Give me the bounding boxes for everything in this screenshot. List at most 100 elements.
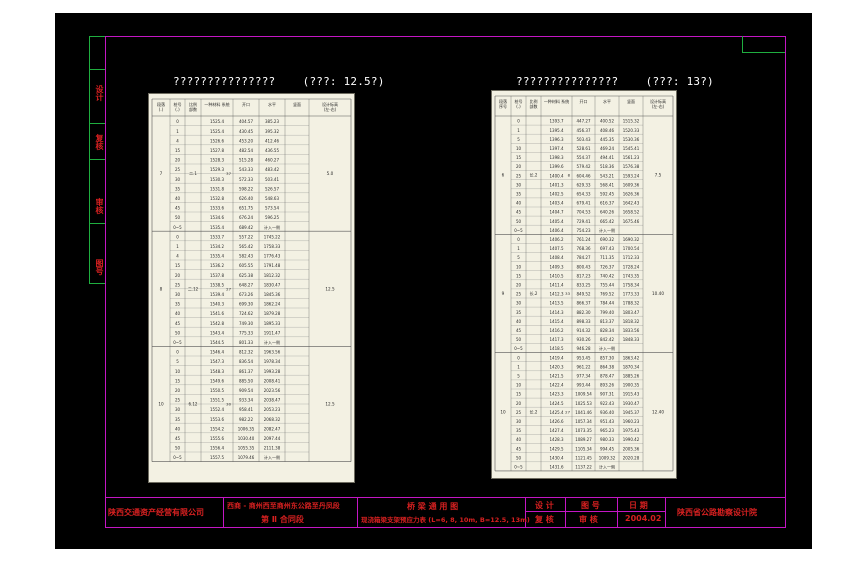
cell-value-d: 1803.47: [623, 310, 640, 315]
cell-value-c: 2082.47: [264, 426, 281, 431]
group-label: 8: [160, 286, 163, 291]
tb-div-1: [223, 497, 224, 527]
cell-station: 35: [516, 428, 522, 433]
cell-value-c: 799.40: [600, 310, 614, 315]
header-cell-7: (左-右): [324, 106, 337, 112]
cell-station: 15: [175, 148, 181, 153]
cell-station: 4: [176, 138, 179, 143]
frame-tick-1: [89, 69, 105, 70]
cell-value-c: 878.47: [600, 374, 614, 379]
cell-value-c: 2008.41: [264, 378, 281, 383]
cell-value-b: 625.38: [239, 273, 253, 278]
cell-value-a: 1541.6: [210, 311, 224, 316]
cell-value-b: 801.33: [239, 340, 253, 345]
cell-station: 0: [517, 355, 520, 360]
right-table-sheet[interactable]: 段落 序号 桩号 (.) 比例 部数 一种材料 系统 开口 水平 竖面 设计标高 (左-右) 0 1393…: [491, 90, 677, 479]
frame-tick-4: [89, 223, 105, 224]
cell-station: 40: [175, 311, 181, 316]
cell-value-b: 699.30: [239, 302, 253, 307]
cell-value-a: 1529.3: [210, 167, 224, 172]
cell-station: 5: [517, 374, 520, 379]
header-cell-7: (左-右): [652, 103, 665, 109]
corner-box-bottom: [742, 52, 785, 53]
cell-value-b: 849.52: [577, 292, 591, 297]
tb-div-6: [665, 497, 666, 527]
group-tag: 10.40: [652, 291, 664, 296]
cell-station: 20: [175, 158, 181, 163]
cell-value-a: 1406.2: [550, 237, 564, 242]
cell-value-b: 761.24: [577, 237, 591, 242]
cell-value-b: 729.41: [577, 219, 591, 224]
cell-value-b: 482.54: [239, 148, 253, 153]
group-section-no: 27: [226, 286, 231, 291]
cell-value-d: 2005.36: [623, 446, 640, 451]
cell-value-b: 953.45: [577, 355, 591, 360]
cell-value-a: 1527.8: [210, 148, 224, 153]
cell-value-c: 893.26: [600, 383, 614, 388]
cell-value-c: 813.37: [600, 319, 614, 324]
cell-value-c: 503.41: [265, 177, 279, 182]
cell-station: 25: [175, 167, 181, 172]
cell-station: 1: [176, 129, 179, 134]
cell-value-b: 961.22: [577, 364, 591, 369]
cell-value-b: 909.54: [239, 388, 253, 393]
cell-value-a: 1398.3: [550, 155, 564, 160]
cell-value-c: 640.26: [600, 210, 614, 215]
tb-drawing-line1: 桥 梁 通 用 图: [407, 502, 459, 511]
cell-station: 20: [516, 283, 522, 288]
cell-value-c: 922.43: [600, 401, 614, 406]
cell-value-c: 计入一侧: [599, 345, 615, 351]
tb-project-line2: 第 Ⅱ 合同段: [261, 515, 304, 524]
cell-value-b: 554.37: [577, 155, 591, 160]
cell-value-d: 1788.32: [623, 301, 640, 306]
cell-value-b: 724.62: [239, 311, 253, 316]
cell-station: 20: [516, 164, 522, 169]
cell-value-b: 557.22: [239, 234, 253, 239]
header-cell-2: 部数: [189, 106, 197, 112]
header-cell-2: 部数: [530, 103, 538, 109]
left-table-sheet[interactable]: 段落 (.) 桩号 (.) 比例 部数 一种材料 系统 开口 水平 竖面 设计标高 (左-右) 0 152…: [148, 93, 355, 483]
cell-value-a: 1418.5: [550, 346, 564, 351]
cell-station: 50: [516, 219, 522, 224]
cell-value-c: 1791.48: [264, 263, 281, 268]
group-sub-label: 二.1: [189, 171, 197, 176]
group-tag: 7.5: [655, 173, 662, 178]
cell-value-a: 1532.8: [210, 196, 224, 201]
tb-top: [105, 497, 786, 498]
cell-value-b: 800.43: [577, 264, 591, 269]
cell-station: 15: [516, 155, 522, 160]
cell-station: 1: [517, 246, 520, 251]
cell-value-a: 1555.6: [210, 436, 224, 441]
cad-viewport[interactable]: 设计 复核 审核 图号 ??????????????? (???: 12.5?)…: [55, 13, 812, 549]
cell-value-a: 1430.4: [550, 455, 564, 460]
cell-value-b: 1006.35: [238, 426, 255, 431]
cell-value-b: 898.33: [577, 319, 591, 324]
cell-value-d: 1700.54: [623, 246, 640, 251]
cell-value-b: 885.50: [239, 378, 253, 383]
cell-station: 40: [516, 437, 522, 442]
cell-value-b: 503.43: [577, 137, 591, 142]
cell-value-a: 1546.4: [210, 350, 224, 355]
cell-value-a: 1543.4: [210, 330, 224, 335]
cell-value-c: 494.41: [600, 155, 614, 160]
cell-value-c: 543.21: [600, 173, 614, 178]
header-cell-5: 水平: [603, 98, 611, 104]
cell-value-c: 769.52: [600, 292, 614, 297]
cell-value-a: 1413.5: [550, 301, 564, 306]
group-sub-label: 6.12: [189, 402, 198, 407]
left-table-grid: 段落(.)桩号(.)比例部数一种材料 系统 开口 水平 竖面 设计标高(左-右)0 152…: [151, 98, 352, 462]
cell-value-b: 651.75: [239, 206, 253, 211]
cell-value-b: 654.33: [577, 192, 591, 197]
cell-value-d: 1900.35: [623, 383, 640, 388]
cell-station: 15: [175, 378, 181, 383]
cell-station: 0: [176, 350, 179, 355]
cell-value-c: 994.45: [600, 446, 614, 451]
cell-value-d: 1975.43: [623, 428, 640, 433]
cell-value-d: 1515.32: [623, 119, 640, 124]
header-cell-4: 开口: [242, 102, 250, 107]
cell-value-c: 2053.23: [264, 407, 281, 412]
cell-value-a: 1396.3: [550, 137, 564, 142]
cell-value-b: 982.22: [239, 417, 253, 422]
cell-value-a: 1537.8: [210, 273, 224, 278]
cell-station: 25: [175, 398, 181, 403]
